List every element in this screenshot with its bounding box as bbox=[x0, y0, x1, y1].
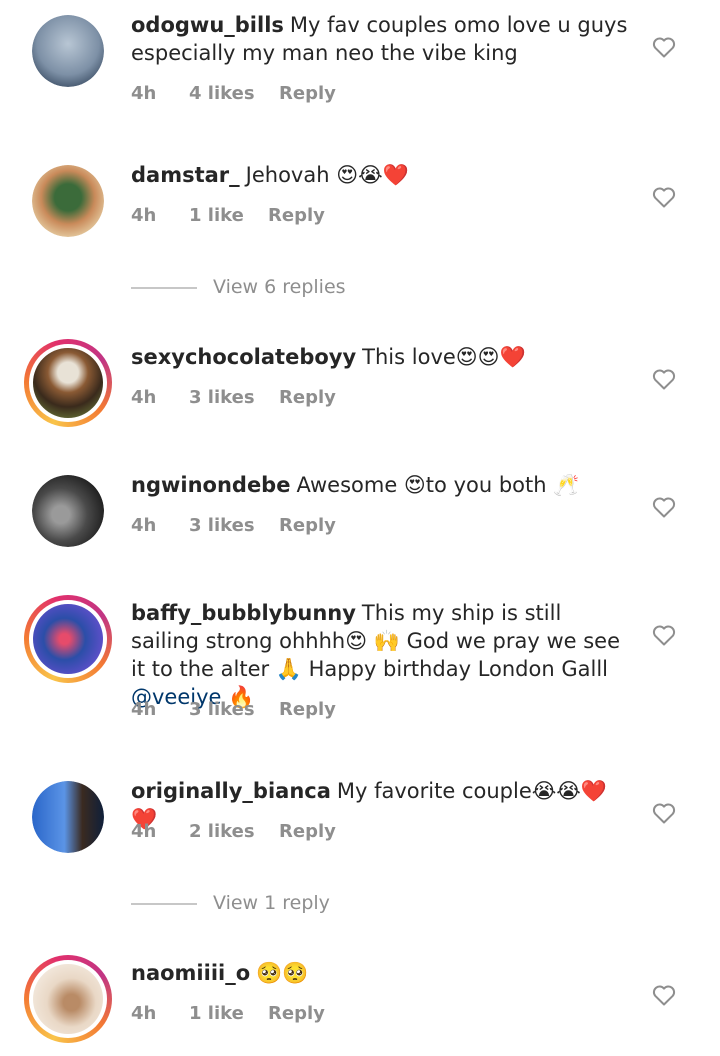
view-replies-label: View 1 reply bbox=[213, 892, 330, 914]
comment-username[interactable]: damstar_ bbox=[131, 163, 240, 187]
like-heart-icon[interactable] bbox=[652, 36, 676, 58]
comment-meta: 4h 4 likes Reply bbox=[131, 83, 336, 104]
reply-button[interactable]: Reply bbox=[279, 699, 336, 720]
comment-time: 4h bbox=[131, 821, 157, 842]
comment-meta: 4h 3 likes Reply bbox=[131, 387, 336, 408]
comment-text: sexychocolateboyy This love😍😍❤️ bbox=[131, 343, 631, 371]
avatar bbox=[29, 600, 107, 678]
comment-text: odogwu_bills My fav couples omo love u gu… bbox=[131, 11, 631, 67]
comment-meta: 4h 1 like Reply bbox=[131, 1003, 325, 1024]
comment-meta: 4h 2 likes Reply bbox=[131, 821, 336, 842]
view-replies-button[interactable]: View 6 replies bbox=[131, 276, 346, 298]
comment-likes[interactable]: 1 like bbox=[189, 1003, 268, 1024]
comment-likes[interactable]: 3 likes bbox=[189, 515, 279, 536]
comment-likes[interactable]: 2 likes bbox=[189, 821, 279, 842]
comment-username[interactable]: baffy_bubblybunny bbox=[131, 601, 356, 625]
comment-likes[interactable]: 1 like bbox=[189, 205, 268, 226]
comment-time: 4h bbox=[131, 83, 157, 104]
like-heart-icon[interactable] bbox=[652, 624, 676, 646]
comment-time: 4h bbox=[131, 515, 157, 536]
comment-meta: 4h 3 likes Reply bbox=[131, 515, 336, 536]
comment-text: naomiiii_o 🥺🥺 bbox=[131, 959, 631, 987]
reply-button[interactable]: Reply bbox=[279, 387, 336, 408]
reply-button[interactable]: Reply bbox=[279, 515, 336, 536]
avatar-story-ring[interactable] bbox=[24, 339, 112, 427]
comment-text: ngwinondebe Awesome 😍to you both 🥂 bbox=[131, 471, 631, 499]
comment-time: 4h bbox=[131, 699, 157, 720]
comment-body: Jehovah 😍😭❤️ bbox=[245, 163, 409, 187]
avatar[interactable] bbox=[32, 781, 104, 853]
comment-username[interactable]: odogwu_bills bbox=[131, 13, 284, 37]
comment-text: baffy_bubblybunny This my ship is still s… bbox=[131, 599, 631, 711]
comment-username[interactable]: ngwinondebe bbox=[131, 473, 290, 497]
avatar-image bbox=[32, 781, 104, 853]
avatar-image bbox=[33, 604, 103, 674]
view-replies-label: View 6 replies bbox=[213, 276, 346, 298]
avatar-image bbox=[33, 348, 103, 418]
avatar-image bbox=[32, 475, 104, 547]
comment-likes[interactable]: 3 likes bbox=[189, 387, 279, 408]
divider-line bbox=[131, 902, 197, 905]
comment-username[interactable]: sexychocolateboyy bbox=[131, 345, 356, 369]
avatar[interactable] bbox=[32, 475, 104, 547]
divider-line bbox=[131, 286, 197, 289]
view-replies-button[interactable]: View 1 reply bbox=[131, 892, 330, 914]
avatar bbox=[29, 960, 107, 1038]
comment-time: 4h bbox=[131, 205, 157, 226]
avatar-story-ring[interactable] bbox=[24, 595, 112, 683]
comment-likes[interactable]: 3 likes bbox=[189, 699, 279, 720]
like-heart-icon[interactable] bbox=[652, 802, 676, 824]
avatar[interactable] bbox=[32, 165, 104, 237]
avatar-story-ring[interactable] bbox=[24, 955, 112, 1043]
like-heart-icon[interactable] bbox=[652, 368, 676, 390]
comment-body: 🥺🥺 bbox=[256, 961, 309, 985]
reply-button[interactable]: Reply bbox=[279, 821, 336, 842]
comment-time: 4h bbox=[131, 387, 157, 408]
comment-time: 4h bbox=[131, 1003, 157, 1024]
comment-body: Awesome 😍to you both 🥂 bbox=[296, 473, 580, 497]
avatar bbox=[29, 344, 107, 422]
comment-likes[interactable]: 4 likes bbox=[189, 83, 279, 104]
avatar-image bbox=[32, 15, 104, 87]
reply-button[interactable]: Reply bbox=[268, 205, 325, 226]
comment-body: This love😍😍❤️ bbox=[362, 345, 526, 369]
avatar-image bbox=[33, 964, 103, 1034]
comment-meta: 4h 1 like Reply bbox=[131, 205, 325, 226]
reply-button[interactable]: Reply bbox=[279, 83, 336, 104]
comment-text: damstar_ Jehovah 😍😭❤️ bbox=[131, 161, 631, 189]
like-heart-icon[interactable] bbox=[652, 496, 676, 518]
comment-meta: 4h 3 likes Reply bbox=[131, 699, 336, 720]
avatar-image bbox=[32, 165, 104, 237]
comment-username[interactable]: naomiiii_o bbox=[131, 961, 250, 985]
reply-button[interactable]: Reply bbox=[268, 1003, 325, 1024]
comment-username[interactable]: originally_bianca bbox=[131, 779, 331, 803]
like-heart-icon[interactable] bbox=[652, 984, 676, 1006]
like-heart-icon[interactable] bbox=[652, 186, 676, 208]
avatar[interactable] bbox=[32, 15, 104, 87]
